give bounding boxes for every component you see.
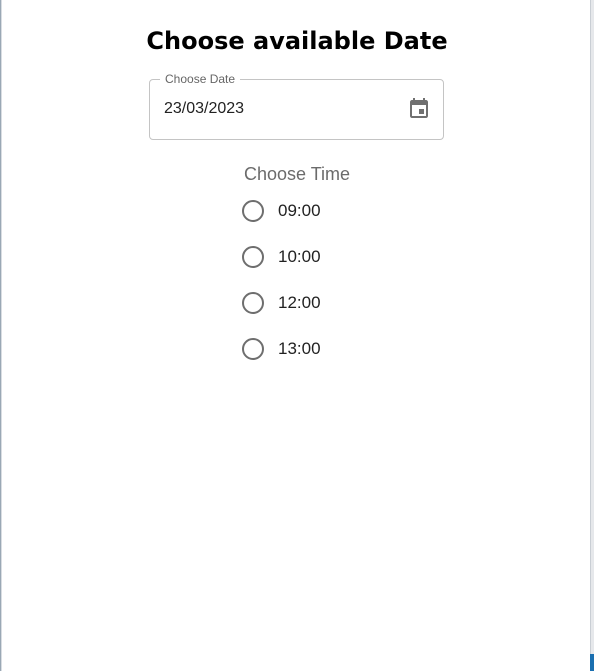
time-option-1300[interactable]: 13:00 (242, 336, 321, 362)
dialog-title: Choose available Date (146, 27, 448, 55)
scrollbar-track[interactable] (590, 0, 594, 671)
radio-unchecked-icon[interactable] (242, 200, 264, 222)
radio-unchecked-icon[interactable] (242, 246, 264, 268)
time-group-label: Choose Time (244, 164, 351, 184)
time-option-label: 13:00 (278, 339, 321, 358)
dialog: Choose available Date Choose Date 23/03/… (0, 0, 594, 671)
radio-unchecked-icon[interactable] (242, 338, 264, 360)
date-field-label: Choose Date (160, 71, 241, 87)
calendar-icon[interactable] (407, 97, 431, 121)
time-option-0900[interactable]: 09:00 (242, 198, 321, 224)
time-option-label: 10:00 (278, 247, 321, 266)
left-window-border (0, 0, 1, 671)
time-option-1000[interactable]: 10:00 (242, 244, 321, 270)
date-field[interactable]: Choose Date 23/03/2023 (149, 71, 444, 140)
date-field-value[interactable]: 23/03/2023 (164, 99, 244, 119)
time-option-label: 12:00 (278, 293, 321, 312)
time-option-1200[interactable]: 12:00 (242, 290, 321, 316)
radio-unchecked-icon[interactable] (242, 292, 264, 314)
time-option-label: 09:00 (278, 201, 321, 220)
scrollbar-accent (590, 654, 594, 671)
